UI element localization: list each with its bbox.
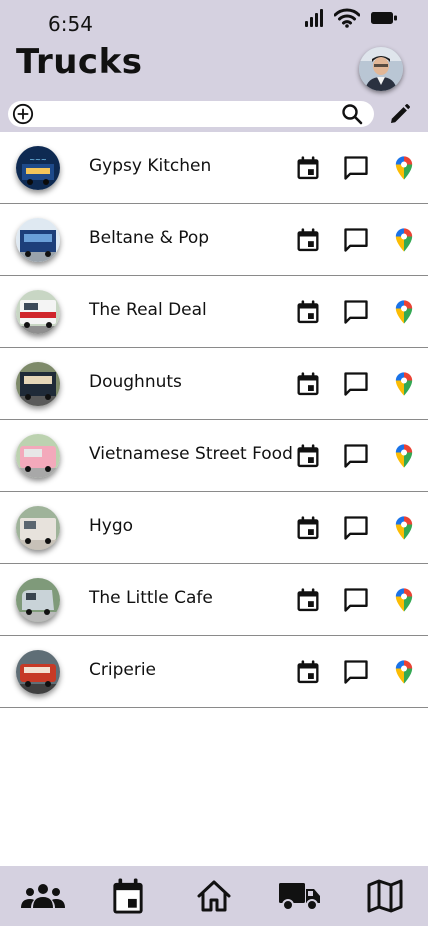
home-icon <box>197 880 231 912</box>
nav-people[interactable] <box>19 872 67 920</box>
search-input[interactable] <box>40 102 330 126</box>
list-item[interactable]: ~~~ Gypsy Kitchen <box>0 132 428 204</box>
svg-text:~~~: ~~~ <box>29 156 47 164</box>
truck-thumbnail <box>16 506 60 550</box>
signal-icon <box>305 9 323 27</box>
truck-name: Criperie <box>89 660 157 680</box>
nav-map[interactable] <box>361 872 409 920</box>
map-pin-icon[interactable] <box>390 226 418 254</box>
calendar-icon[interactable] <box>294 658 322 686</box>
pencil-icon[interactable] <box>388 102 412 126</box>
calendar-icon[interactable] <box>294 514 322 542</box>
truck-name: Gypsy Kitchen <box>89 156 212 176</box>
chat-icon[interactable] <box>342 658 370 686</box>
chat-icon[interactable] <box>342 514 370 542</box>
truck-name: Hygo <box>89 516 134 536</box>
chat-icon[interactable] <box>342 226 370 254</box>
calendar-icon <box>113 878 144 914</box>
calendar-icon[interactable] <box>294 298 322 326</box>
calendar-icon[interactable] <box>294 154 322 182</box>
truck-thumbnail <box>16 434 60 478</box>
wifi-icon <box>334 8 360 28</box>
avatar[interactable] <box>359 47 403 91</box>
truck-thumbnail <box>16 578 60 622</box>
calendar-icon[interactable] <box>294 442 322 470</box>
truck-thumbnail <box>16 650 60 694</box>
add-circle-icon[interactable] <box>12 103 34 125</box>
truck-name: Doughnuts <box>89 372 182 392</box>
battery-icon <box>371 12 397 24</box>
nav-trucks[interactable] <box>276 872 324 920</box>
search-icon[interactable] <box>340 102 364 126</box>
map-pin-icon[interactable] <box>390 514 418 542</box>
truck-name: Beltane & Pop <box>89 228 210 248</box>
chat-icon[interactable] <box>342 298 370 326</box>
calendar-icon[interactable] <box>294 370 322 398</box>
calendar-icon[interactable] <box>294 586 322 614</box>
nav-calendar[interactable] <box>104 872 152 920</box>
page-title: Trucks <box>16 42 143 82</box>
avatar-image <box>359 47 403 91</box>
map-pin-icon[interactable] <box>390 154 418 182</box>
truck-name: Vietnamese Street Food <box>89 444 293 464</box>
map-pin-icon[interactable] <box>390 442 418 470</box>
chat-icon[interactable] <box>342 442 370 470</box>
list-item[interactable]: Vietnamese Street Food <box>0 420 428 492</box>
list-item[interactable]: Criperie <box>0 636 428 708</box>
list-item[interactable]: Hygo <box>0 492 428 564</box>
list-item[interactable]: The Little Cafe <box>0 564 428 636</box>
bottom-nav <box>0 866 428 926</box>
truck-icon <box>278 883 320 911</box>
map-pin-icon[interactable] <box>390 658 418 686</box>
map-icon <box>367 879 403 913</box>
truck-list: ~~~ Gypsy Kitchen Beltane & Pop The Real… <box>0 132 428 708</box>
list-item[interactable]: The Real Deal <box>0 276 428 348</box>
status-icons <box>304 8 398 28</box>
status-time: 6:54 <box>48 12 93 36</box>
map-pin-icon[interactable] <box>390 298 418 326</box>
truck-thumbnail <box>16 362 60 406</box>
people-icon <box>20 884 65 908</box>
list-item[interactable]: Beltane & Pop <box>0 204 428 276</box>
calendar-icon[interactable] <box>294 226 322 254</box>
chat-icon[interactable] <box>342 154 370 182</box>
truck-name: The Real Deal <box>89 300 207 320</box>
chat-icon[interactable] <box>342 370 370 398</box>
chat-icon[interactable] <box>342 586 370 614</box>
map-pin-icon[interactable] <box>390 586 418 614</box>
truck-thumbnail: ~~~ <box>16 146 60 190</box>
truck-thumbnail <box>16 218 60 262</box>
map-pin-icon[interactable] <box>390 370 418 398</box>
truck-thumbnail <box>16 290 60 334</box>
truck-name: The Little Cafe <box>89 588 213 608</box>
list-item[interactable]: Doughnuts <box>0 348 428 420</box>
nav-home[interactable] <box>190 872 238 920</box>
